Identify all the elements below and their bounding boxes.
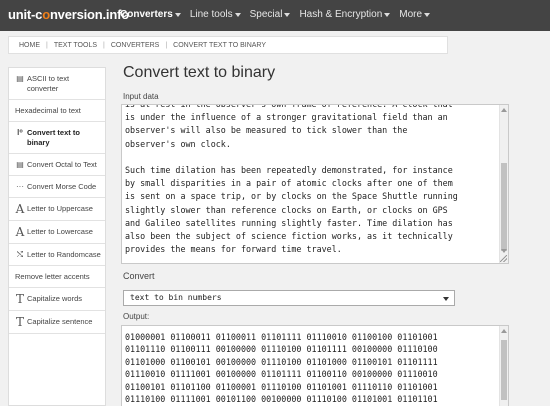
nav-item-special[interactable]: Special [250,9,291,20]
sidebar-item-label: Letter to Lowercase [27,227,93,236]
sidebar-item-convert-morse-code[interactable]: ··· Convert Morse Code [9,176,105,198]
chevron-down-icon [174,13,181,17]
capitalize-sentence-icon: T [15,315,24,329]
convert-mode-value: text to bin numbers [130,293,222,302]
nav-item-hash-encryption[interactable]: Hash & Encryption [299,9,391,20]
top-navigation-bar: unit-conversion.info Converters Line tool… [0,0,550,31]
sidebar-item-label: Capitalize words [27,294,83,303]
breadcrumb-link[interactable]: CONVERTERS [111,42,160,49]
sidebar-item-convert-text-to-binary[interactable]: I⁰ Convert text to binary [9,122,105,154]
scroll-down-icon[interactable] [501,249,507,253]
sidebar-item-ascii-to-text-converter[interactable]: ▤ ASCII to text converter [9,68,105,100]
morse-icon: ··· [16,182,24,191]
page-title: Convert text to binary [123,64,276,81]
nav-item-label: Special [249,9,283,20]
nav-item-converters[interactable]: Converters [120,9,181,20]
nav-item-line-tools[interactable]: Line tools [190,9,241,20]
output-label: Output: [123,312,150,321]
breadcrumb-link[interactable]: HOME [19,42,40,49]
resize-grip-icon[interactable] [500,255,507,262]
input-scrollbar[interactable] [499,105,508,263]
output-text[interactable]: 01000001 01100011 01100011 01101111 0111… [125,331,500,405]
breadcrumb-link: CONVERT TEXT TO BINARY [173,41,267,49]
sidebar-item-label: Letter to Uppercase [27,204,93,213]
lowercase-icon: A [15,225,25,239]
sidebar-item-label: ASCII to text converter [27,74,70,93]
site-logo[interactable]: unit-conversion.info [8,7,129,22]
sidebar-item-label: Capitalize sentence [27,317,93,326]
breadcrumb-separator: | [103,41,105,49]
chevron-down-icon [284,13,291,17]
sidebar-item-label: Convert Morse Code [27,182,97,191]
input-text[interactable]: is at rest in the observer's own frame o… [125,105,495,256]
sidebar-item-label: Letter to Randomcase [27,250,101,259]
chevron-down-icon [443,297,449,301]
convert-mode-select[interactable]: text to bin numbers [123,290,455,306]
document-icon: ▤ [16,74,24,83]
sidebar-item-letter-to-uppercase[interactable]: A Letter to Uppercase [9,198,105,221]
sidebar-item-hexadecimal-to-text[interactable]: Hexadecimal to text [9,100,105,122]
convert-label: Convert [123,271,155,281]
sidebar-item-label: Remove letter accents [15,272,90,281]
sidebar-tools-list: ▤ ASCII to text converter Hexadecimal to t… [8,67,106,406]
octal-icon: ▤ [16,160,24,169]
scroll-up-icon[interactable] [501,329,507,333]
nav-item-label: Converters [120,9,173,20]
sidebar-item-label: Hexadecimal to text [15,106,81,115]
sidebar-item-label: Convert text to binary [27,128,80,147]
nav-item-label: More [399,9,423,20]
sidebar-item-capitalize-words[interactable]: T Capitalize words [9,288,105,311]
breadcrumb: HOME | TEXT TOOLS | CONVERTERS | CONVERT TEXT … [8,36,448,54]
sidebar-item-convert-octal-to-text[interactable]: ▤ Convert Octal to Text [9,154,105,176]
breadcrumb-link[interactable]: TEXT TOOLS [54,42,97,49]
scroll-up-icon[interactable] [501,108,507,112]
uppercase-icon: A [15,202,25,216]
sidebar-item-letter-to-lowercase[interactable]: A Letter to Lowercase [9,221,105,244]
sidebar-item-letter-to-randomcase[interactable]: ⤭ Letter to Randomcase [9,244,105,266]
nav-item-more[interactable]: More [399,9,431,20]
capitalize-icon: T [15,292,24,306]
output-textarea[interactable]: 01000001 01100011 01100011 01101111 0111… [121,325,509,406]
breadcrumb-separator: | [165,41,168,49]
scroll-thumb[interactable] [501,340,507,400]
sidebar-item-capitalize-sentence[interactable]: T Capitalize sentence [9,311,105,334]
input-textarea[interactable]: is at rest in the observer's own frame o… [121,104,509,264]
breadcrumb-separator: | [46,41,48,49]
chevron-down-icon [384,13,391,17]
chevron-down-icon [424,13,431,17]
input-data-label: Input data [123,92,159,101]
scroll-thumb[interactable] [501,163,507,251]
sidebar-item-remove-letter-accents[interactable]: Remove letter accents [9,266,105,288]
chevron-down-icon [234,13,241,17]
shuffle-icon: ⤭ [16,250,24,259]
binary-icon: I⁰ [17,128,23,137]
output-scrollbar[interactable] [499,326,508,406]
sidebar-item-label: Convert Octal to Text [27,160,97,169]
nav-item-label: Line tools [189,9,233,20]
nav-item-label: Hash & Encryption [299,9,383,20]
main-nav: Converters Line tools Special Hash & Encryp… [120,9,439,20]
